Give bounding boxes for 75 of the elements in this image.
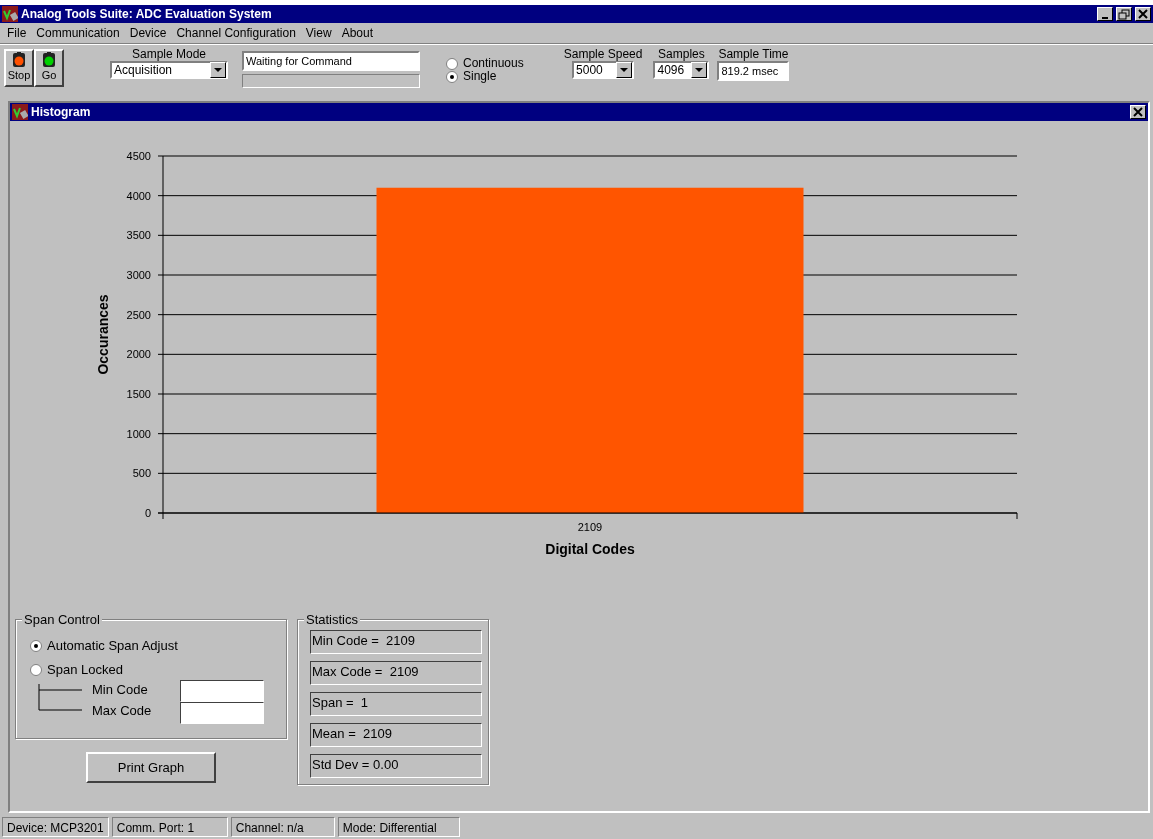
tick-mark	[157, 314, 164, 316]
field-label: Sample Mode	[131, 47, 206, 61]
traffic-light-icon	[42, 52, 56, 68]
dropdown-arrow-icon	[695, 67, 704, 73]
code-input-field[interactable]	[180, 702, 264, 724]
axis-title: Digital Codes	[545, 541, 635, 557]
statistic-readout: Max Code = 2109	[310, 661, 482, 685]
dropdown-arrow-icon	[214, 67, 222, 73]
group-title: Statistics	[304, 612, 360, 627]
axis-tick-label: 500	[132, 467, 151, 480]
minimize-button[interactable]	[1097, 7, 1113, 21]
menu-item[interactable]: Device	[124, 26, 172, 40]
tick-mark	[157, 195, 164, 197]
status-panel: Device: MCP3201	[2, 817, 109, 837]
close-button[interactable]	[1130, 105, 1146, 119]
field-label: Samples	[658, 47, 705, 61]
axis-title: Occurances	[95, 294, 111, 375]
menu-item[interactable]: About	[336, 26, 378, 40]
window-title: Analog Tools Suite: ADC Evaluation System	[21, 7, 273, 21]
tick-mark	[157, 393, 164, 395]
group-title: Span Control	[22, 612, 102, 627]
axis-tick-label: 2500	[126, 308, 151, 321]
tick-mark	[157, 472, 164, 474]
mode-radio[interactable]: Continuous	[446, 57, 524, 70]
app-logo-icon	[2, 6, 18, 22]
status-field: Waiting for Command	[242, 51, 420, 71]
tick-mark	[157, 234, 164, 236]
minimize-icon	[1102, 16, 1108, 19]
field-label: Sample Time	[718, 47, 789, 61]
tick-mark	[157, 274, 164, 276]
app-logo-icon	[12, 104, 28, 120]
close-icon	[1137, 8, 1149, 20]
axis-tick-label: 2109	[577, 521, 603, 533]
axis-tick-label: 2000	[126, 348, 151, 361]
axis-tick-label: 4500	[126, 150, 151, 162]
tick-mark	[157, 433, 164, 435]
span-radio[interactable]: Span Locked	[30, 662, 276, 677]
statistic-readout: Mean = 2109	[310, 723, 482, 747]
dropdown-arrow-icon	[620, 67, 629, 73]
dropdown[interactable]: Acquisition	[110, 61, 228, 79]
menu-item[interactable]: Communication	[31, 26, 125, 40]
status-panel: Mode: Differential	[337, 817, 460, 837]
traffic-light-icon	[12, 52, 26, 68]
menu-item[interactable]: Channel Configuration	[171, 26, 301, 40]
close-button[interactable]	[1135, 7, 1151, 21]
axis-tick-label: 0	[144, 507, 151, 519]
sample-time-field: 819.2 msec	[717, 61, 790, 81]
dropdown[interactable]: 4096	[653, 61, 710, 79]
field-label: Sample Speed	[563, 47, 643, 61]
field-label: Min Code	[92, 682, 149, 697]
dropdown[interactable]: 5000	[572, 61, 635, 79]
tree-connector-icon	[38, 684, 82, 714]
mode-radio[interactable]: Single	[446, 70, 524, 83]
tick-mark	[157, 353, 164, 355]
statistic-readout: Std Dev = 0.00	[310, 754, 482, 778]
statistic-readout: Min Code = 2109	[310, 630, 482, 654]
stop-button[interactable]: Stop	[4, 49, 34, 87]
axis-tick-label: 4000	[126, 189, 151, 202]
window-title: Histogram	[31, 105, 92, 119]
restore-icon	[1118, 8, 1130, 20]
span-radio[interactable]: Automatic Span Adjust	[30, 638, 276, 653]
menu-item[interactable]: View	[300, 26, 337, 40]
print-graph-button[interactable]: Print Graph	[86, 752, 216, 783]
axis-tick-label: 1500	[126, 388, 151, 400]
axis-tick-label: 3000	[126, 269, 151, 281]
status-panel: Comm. Port: 1	[111, 817, 228, 837]
axis-tick-label: 3500	[126, 229, 151, 242]
restore-button[interactable]	[1116, 7, 1132, 21]
go-button[interactable]: Go	[34, 49, 64, 87]
code-input-field[interactable]	[180, 680, 264, 702]
axis-tick-label: 1000	[126, 427, 151, 440]
status-panel: Channel: n/a	[230, 817, 335, 837]
statistic-readout: Span = 1	[310, 692, 482, 716]
menu-item[interactable]: File	[2, 26, 32, 40]
field-label: Max Code	[92, 703, 153, 718]
